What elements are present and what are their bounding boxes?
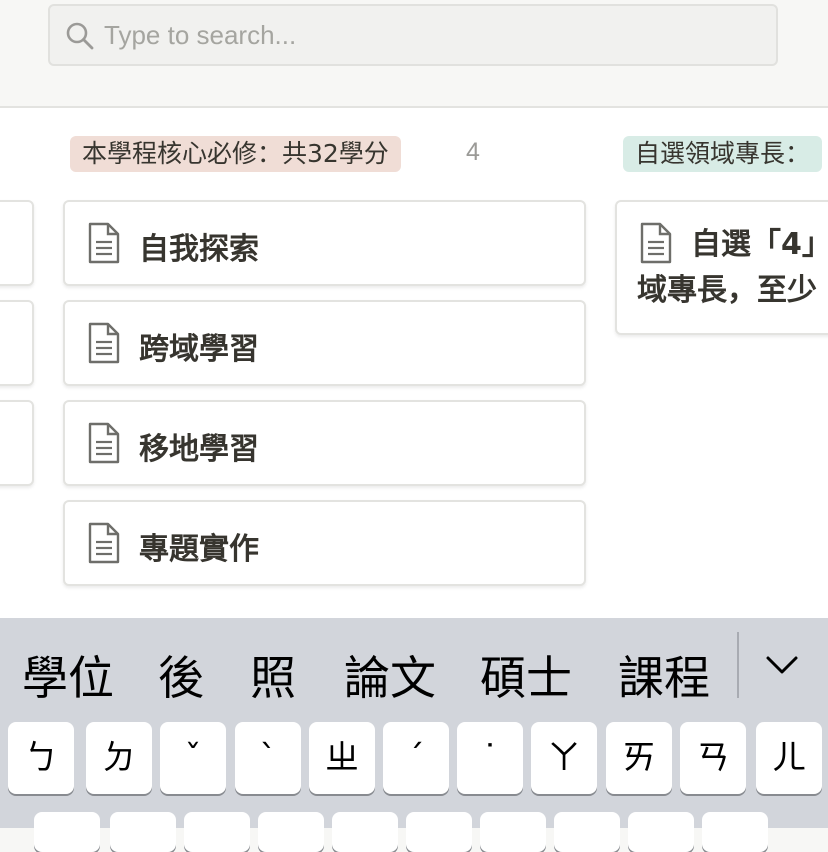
card-partial-left[interactable] (0, 200, 34, 286)
card-project[interactable]: 專題實作 (63, 500, 586, 586)
group-count: 4 (466, 138, 480, 166)
key[interactable] (628, 812, 694, 852)
card-elective-domain[interactable]: 自選「4」域專長，至少 (615, 200, 828, 335)
key[interactable]: ㄞ (606, 722, 672, 794)
card-title: 自我探索 (139, 232, 259, 267)
card-title: 移地學習 (139, 432, 259, 467)
card-title: 自選「4」域專長，至少 (637, 222, 828, 314)
group-tag-core[interactable]: 本學程核心必修：共32學分 (70, 136, 401, 172)
key[interactable] (184, 812, 250, 852)
search-input[interactable] (104, 6, 764, 64)
key[interactable]: ㄉ (86, 722, 152, 794)
card-partial-left[interactable] (0, 300, 34, 386)
key[interactable] (554, 812, 620, 852)
card-self-exploration[interactable]: 自我探索 (63, 200, 586, 286)
card-title: 專題實作 (139, 532, 259, 567)
card-title: 跨域學習 (139, 332, 259, 367)
key[interactable]: ㄓ (309, 722, 375, 794)
card-partial-left[interactable] (0, 400, 34, 486)
key[interactable]: ㄦ (756, 722, 822, 794)
candidate-word[interactable]: 課程 (618, 642, 710, 708)
document-icon (88, 422, 120, 464)
key[interactable]: ˇ (160, 722, 226, 794)
card-title-line1: 自選「4」 (691, 227, 828, 262)
board-view: 本學程核心必修：共32學分 4 自選領域專長： 自我探索 跨域學習 移地學習 專… (0, 108, 828, 618)
key[interactable]: ㄚ (531, 722, 597, 794)
candidate-word[interactable]: 後 (158, 642, 204, 708)
card-off-site-learning[interactable]: 移地學習 (63, 400, 586, 486)
key[interactable]: ㄢ (680, 722, 746, 794)
card-title-line2: 域專長，至少 (637, 273, 817, 308)
candidate-word[interactable]: 論文 (344, 642, 436, 708)
candidate-word[interactable]: 碩士 (480, 642, 572, 708)
key[interactable]: ㄅ (8, 722, 74, 794)
document-icon (88, 222, 120, 264)
candidate-divider (737, 632, 739, 698)
key[interactable]: ˋ (235, 722, 301, 794)
card-cross-domain[interactable]: 跨域學習 (63, 300, 586, 386)
key[interactable]: ˊ (383, 722, 449, 794)
document-icon (88, 322, 120, 364)
candidate-word[interactable]: 學位 (22, 642, 114, 708)
key[interactable] (258, 812, 324, 852)
zhuyin-keyboard: 學位 後 照 論文 碩士 課程 ㄅ ㄉ ˇ ˋ ㄓ ˊ ˙ ㄚ ㄞ ㄢ ㄦ (0, 618, 828, 852)
search-box[interactable] (48, 4, 778, 66)
chevron-down-icon[interactable] (762, 648, 802, 684)
key[interactable] (34, 812, 100, 852)
search-header (0, 0, 828, 108)
key[interactable] (110, 812, 176, 852)
key[interactable] (480, 812, 546, 852)
key[interactable] (332, 812, 398, 852)
key[interactable] (702, 812, 768, 852)
key[interactable]: ˙ (457, 722, 523, 794)
group-tag-elective[interactable]: 自選領域專長： (623, 136, 823, 172)
search-icon (66, 22, 94, 50)
key[interactable] (406, 812, 472, 852)
candidate-bar: 學位 後 照 論文 碩士 課程 (0, 618, 828, 724)
document-icon (88, 522, 120, 564)
candidate-word[interactable]: 照 (250, 642, 296, 708)
